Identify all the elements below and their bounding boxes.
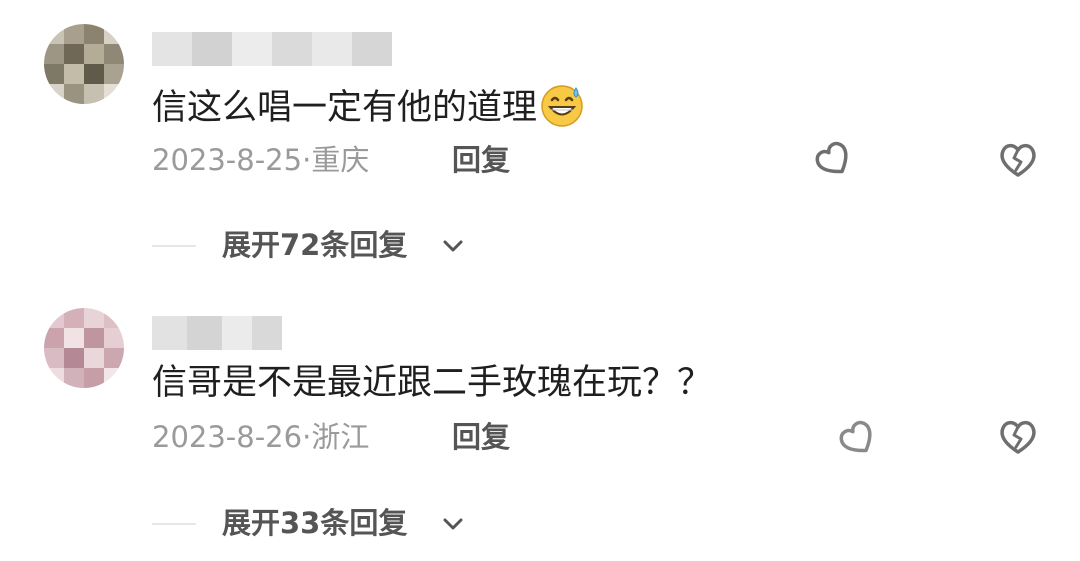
expand-replies-label: 展开33条回复 <box>222 506 408 540</box>
comment-text-content: 信这么唱一定有他的道理 <box>152 88 538 128</box>
comment-date: 2023-8-25· <box>152 143 312 177</box>
heart-outline-icon <box>839 420 872 453</box>
comment-meta: 2023-8-26·浙江 回复 <box>152 417 510 457</box>
dislike-button[interactable] <box>996 415 1040 459</box>
comment-item: 信这么唱一定有他的道理 2023-8-25·重庆 回复 展开72条回复 <box>0 0 1080 280</box>
chevron-down-icon <box>443 518 463 530</box>
heart-outline-icon <box>815 141 848 174</box>
grinning-sweat-face-icon <box>539 82 585 128</box>
comment-meta: 2023-8-25·重庆 回复 <box>152 140 510 180</box>
expand-replies-button[interactable]: 展开72条回复 <box>152 224 482 266</box>
broken-heart-icon <box>1000 420 1036 454</box>
comment-text: 信这么唱一定有他的道理 <box>152 82 585 131</box>
like-button[interactable] <box>836 417 880 461</box>
broken-heart-icon <box>1000 143 1036 177</box>
expand-replies-button[interactable]: 展开33条回复 <box>152 502 482 544</box>
comment-text: 信哥是不是最近跟二手玫瑰在玩？？ <box>152 363 713 403</box>
expand-replies-label: 展开72条回复 <box>222 228 408 262</box>
divider-line <box>152 523 196 525</box>
chevron-down-icon <box>443 240 463 252</box>
username[interactable] <box>152 316 282 350</box>
divider-line <box>152 245 196 247</box>
avatar[interactable] <box>44 308 124 388</box>
comment-item: 信哥是不是最近跟二手玫瑰在玩？？ 2023-8-26·浙江 回复 展开33条回复 <box>0 280 1080 561</box>
avatar[interactable] <box>44 24 124 104</box>
comment-location: 重庆 <box>311 143 370 177</box>
comment-location: 浙江 <box>311 420 370 454</box>
username[interactable] <box>152 32 392 66</box>
reply-button[interactable]: 回复 <box>452 417 510 457</box>
reply-button[interactable]: 回复 <box>452 140 510 180</box>
like-button[interactable] <box>812 138 856 182</box>
comment-date: 2023-8-26· <box>152 420 312 454</box>
dislike-button[interactable] <box>996 138 1040 182</box>
